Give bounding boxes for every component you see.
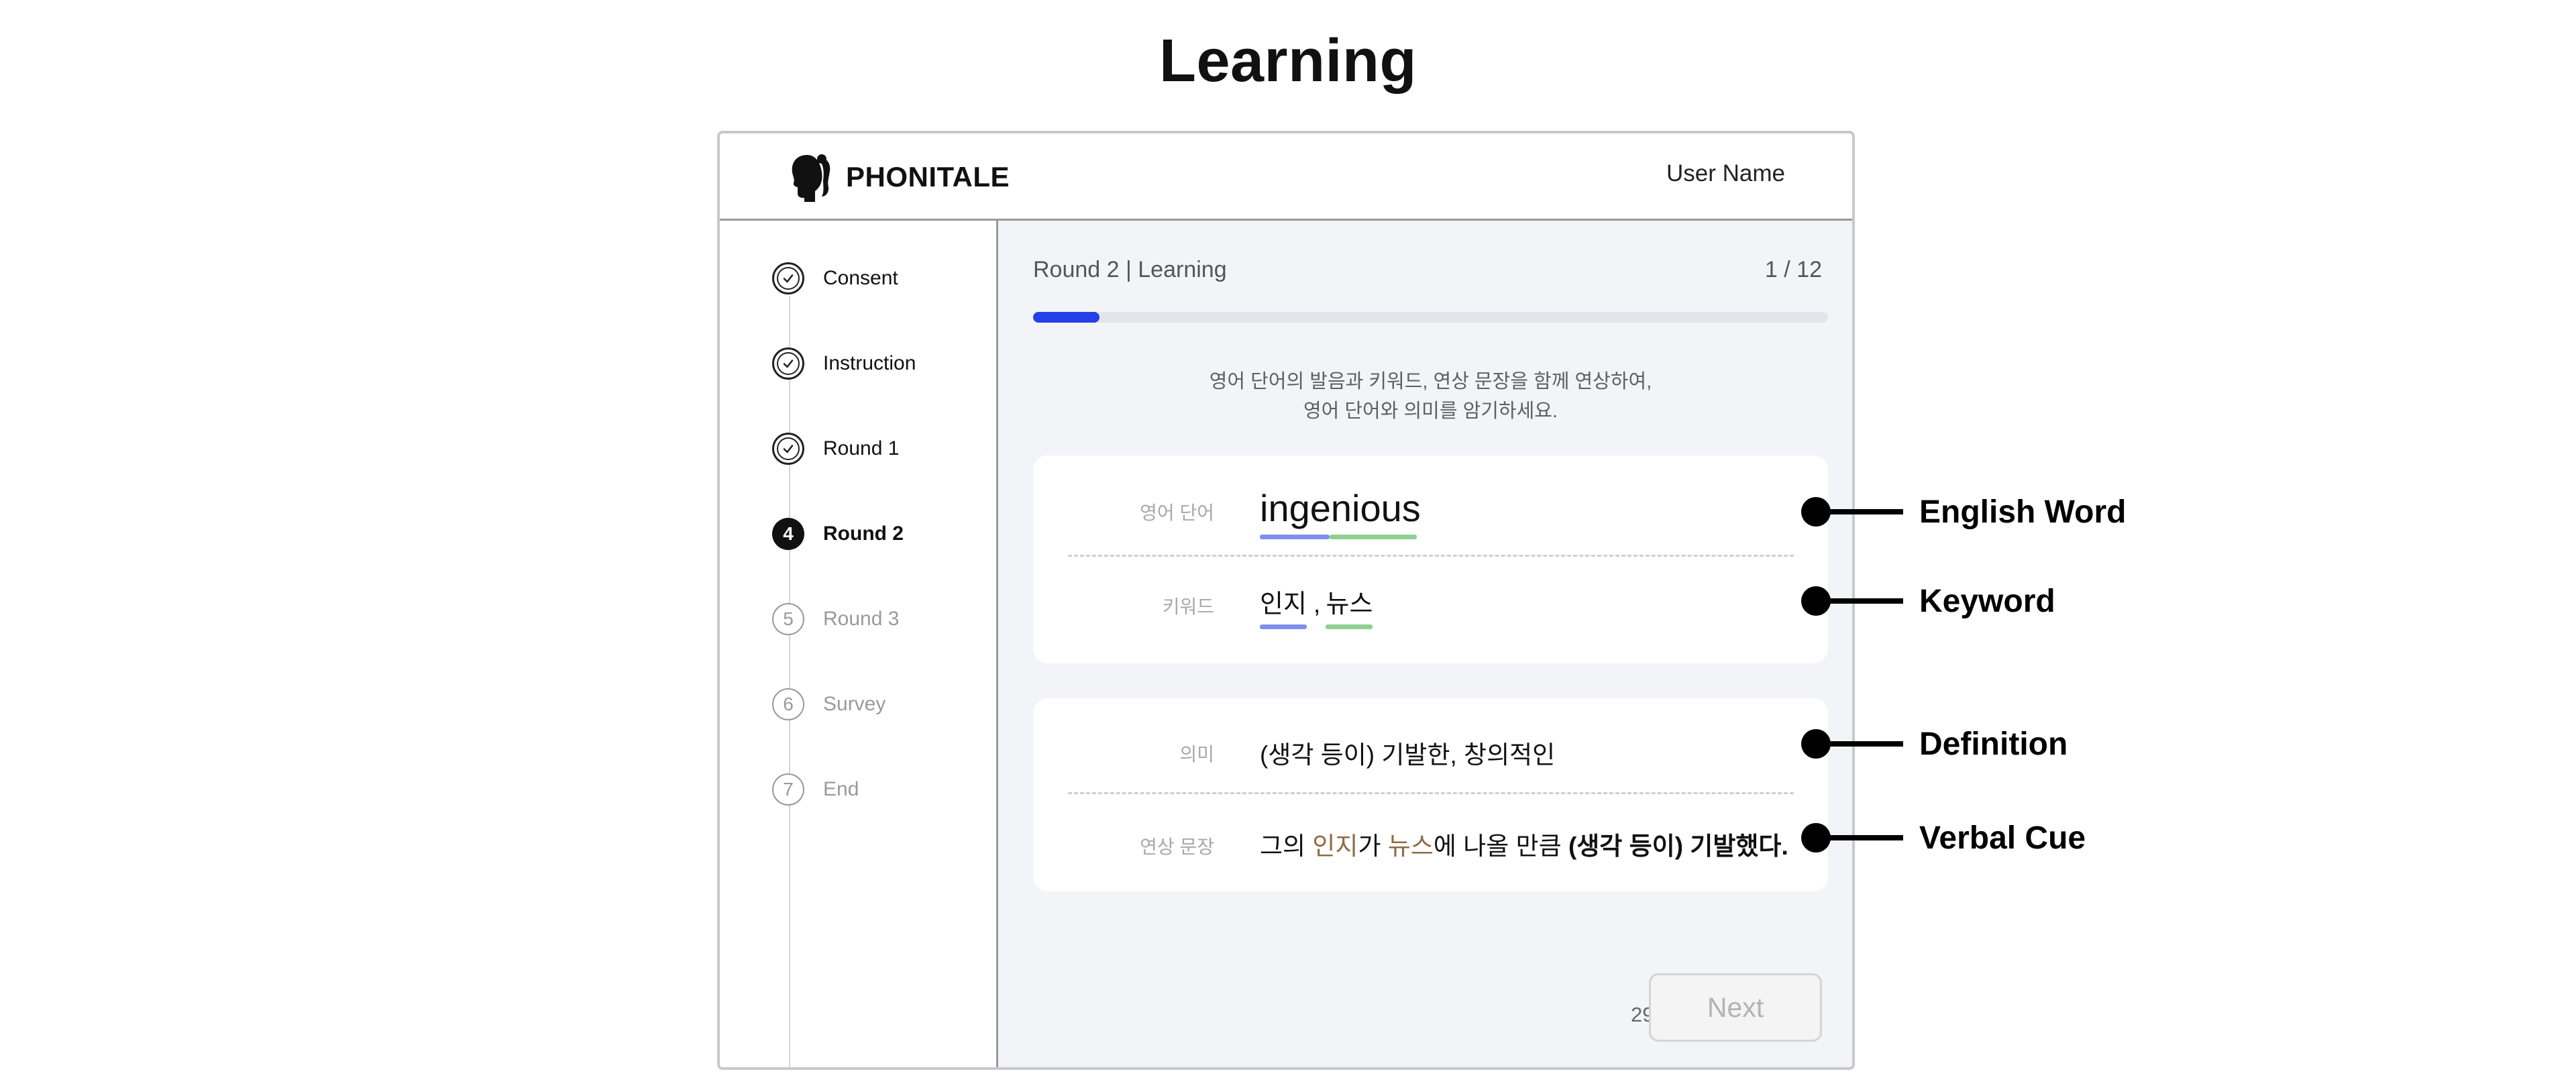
english-word-text: ingenious (1260, 487, 1421, 529)
instruction-line-2: 영어 단어와 의미를 암기하세요. (1303, 400, 1558, 422)
cue-keyword-2: 뉴스 (1387, 832, 1434, 860)
step-complete-icon (772, 347, 804, 380)
definition-text: (생각 등이) 기발한, 창의적인 (1260, 741, 1556, 769)
page-title: Learning (1159, 28, 1417, 95)
step-number-badge: 7 (772, 773, 804, 806)
verbal-cue-label: 연상 문장 (1140, 836, 1214, 857)
step-label: Round 3 (823, 608, 900, 630)
meaning-card: 의미 (생각 등이) 기발한, 창의적인 연상 문장 그의 인지가 뉴스에 나올… (1033, 698, 1828, 891)
round-title: Round 2 | Learning (1033, 257, 1227, 282)
annotation-line (1829, 741, 1903, 747)
check-icon (777, 352, 800, 375)
app-window: PHONITALE User Name Consent Instruction Ro… (717, 131, 1855, 1070)
step-end: 7 End (772, 772, 859, 807)
annotation-label: English Word (1919, 494, 2127, 530)
annotation-label: Definition (1919, 726, 2068, 762)
annotation-dot (1801, 729, 1831, 759)
card-divider (1068, 555, 1794, 557)
brand[interactable]: PHONITALE (787, 148, 1010, 206)
annotation-dot (1801, 586, 1831, 616)
keyword-2-underline (1326, 624, 1373, 629)
step-label: Round 1 (823, 437, 900, 459)
cue-text: 가 (1358, 832, 1388, 860)
progress-bar-fill (1033, 312, 1099, 323)
step-complete-icon (772, 433, 804, 465)
instruction-line-1: 영어 단어의 발음과 키워드, 연상 문장을 함께 연상하여, (1209, 371, 1652, 392)
cue-keyword-1: 인지 (1312, 832, 1358, 860)
user-name[interactable]: User Name (1666, 160, 1785, 187)
english-word-label: 영어 단어 (1140, 502, 1214, 523)
keyword-1-text: 인지 (1260, 590, 1307, 618)
keywords: 인지 , 뉴스 (1260, 583, 1373, 629)
app-header: PHONITALE User Name (720, 133, 1852, 221)
word-underline-1 (1260, 535, 1330, 539)
progress-bar (1033, 312, 1828, 323)
step-connector (789, 296, 790, 1067)
step-instruction: Instruction (772, 346, 916, 381)
annotation-dot (1801, 823, 1831, 853)
step-round-1: Round 1 (772, 431, 899, 466)
annotation-line (1829, 598, 1903, 604)
step-label: Instruction (823, 352, 916, 374)
step-label: Consent (823, 267, 898, 289)
cue-text: 그의 (1260, 832, 1313, 860)
verbal-cue: 그의 인지가 뉴스에 나올 만큼 (생각 등이) 기발했다. (1260, 826, 1788, 862)
next-button[interactable]: Next (1649, 973, 1822, 1042)
step-label: End (823, 778, 859, 800)
step-label: Survey (823, 693, 886, 715)
step-consent: Consent (772, 261, 898, 296)
step-number-badge: 6 (772, 688, 804, 720)
progress-sidebar: Consent Instruction Round 1 4 Round 2 5 Round … (720, 221, 998, 1067)
definition-label: 의미 (1179, 744, 1214, 765)
step-number-badge: 5 (772, 603, 804, 635)
cue-definition: (생각 등이) 기발했다. (1568, 832, 1788, 860)
keyword-2-text: 뉴스 (1326, 590, 1373, 618)
word-counter: 1 / 12 (1764, 257, 1822, 282)
brand-logo-icon (792, 154, 830, 202)
brand-name: PHONITALE (846, 161, 1010, 193)
annotation-definition: Definition (1801, 724, 2068, 764)
annotation-label: Verbal Cue (1919, 820, 2086, 856)
annotation-english-word: English Word (1801, 492, 2126, 532)
step-round-3: 5 Round 3 (772, 602, 899, 637)
keyword-1-underline (1260, 624, 1307, 629)
annotation-label: Keyword (1919, 583, 2055, 619)
step-number-badge: 4 (772, 518, 804, 550)
main-panel: Round 2 | Learning 1 / 12 영어 단어의 발음과 키워드… (998, 221, 1852, 1067)
keyword-label: 키워드 (1162, 596, 1214, 617)
english-word: ingenious (1260, 486, 1421, 530)
annotation-keyword: Keyword (1801, 581, 2055, 621)
word-underline-2 (1330, 535, 1417, 539)
step-round-2: 4 Round 2 (772, 516, 904, 551)
keyword-separator: , (1313, 590, 1321, 618)
step-complete-icon (772, 262, 804, 294)
annotation-verbal-cue: Verbal Cue (1801, 818, 2086, 858)
card-divider (1068, 792, 1794, 794)
keyword-2: 뉴스 (1326, 583, 1373, 629)
cue-text: 에 나올 만큼 (1433, 832, 1568, 860)
check-icon (777, 437, 800, 460)
check-icon (777, 267, 800, 290)
annotation-line (1829, 835, 1903, 840)
step-survey: 6 Survey (772, 687, 885, 722)
word-card: 영어 단어 ingenious 키워드 인지 , 뉴스 (1033, 455, 1828, 663)
annotation-line (1829, 509, 1903, 514)
step-label: Round 2 (823, 523, 904, 545)
keyword-1: 인지 (1260, 583, 1307, 629)
instruction-text: 영어 단어의 발음과 키워드, 연상 문장을 함께 연상하여, 영어 단어와 의… (1033, 367, 1828, 426)
annotation-dot (1801, 497, 1831, 527)
